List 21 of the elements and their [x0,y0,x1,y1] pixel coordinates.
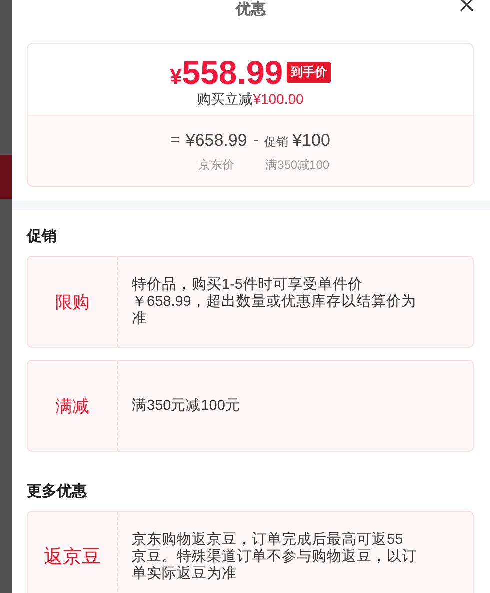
term-tag: 促销 [264,134,289,151]
backdrop-panel [0,155,12,199]
close-icon[interactable] [460,0,474,12]
offer-text: 满350元减100元 [131,396,242,416]
term-amount: ¥658.99 [186,130,248,152]
operator-text: = [170,131,180,151]
offer-tag: 限购 [56,290,90,314]
offer-text: 京东购物返京豆，订单完成后最高可返55京豆。特殊渠道订单不参与购物返豆，以订单实际返豆为准 [131,530,418,584]
offer-tag: 返京豆 [44,544,101,570]
term-caption: 京东价 [198,157,235,174]
operator-text: - [253,131,259,151]
section-title: 促销 [27,227,58,246]
dialog-title: 优惠 [236,0,266,18]
offer-tag: 满减 [56,394,90,418]
section-title: 更多优惠 [27,482,88,501]
term-amount: ¥100 [292,130,330,152]
savings-text: 购买立减¥100.00 [197,91,304,109]
price-badge: 到手价 [287,62,332,83]
term-caption: 满350减100 [266,157,330,174]
final-price: ¥558.99 [170,56,284,89]
offer-text: 特价品，购买1-5件时可享受单件价￥658.99，超出数量或优惠库存以结算价为准 [131,276,418,328]
